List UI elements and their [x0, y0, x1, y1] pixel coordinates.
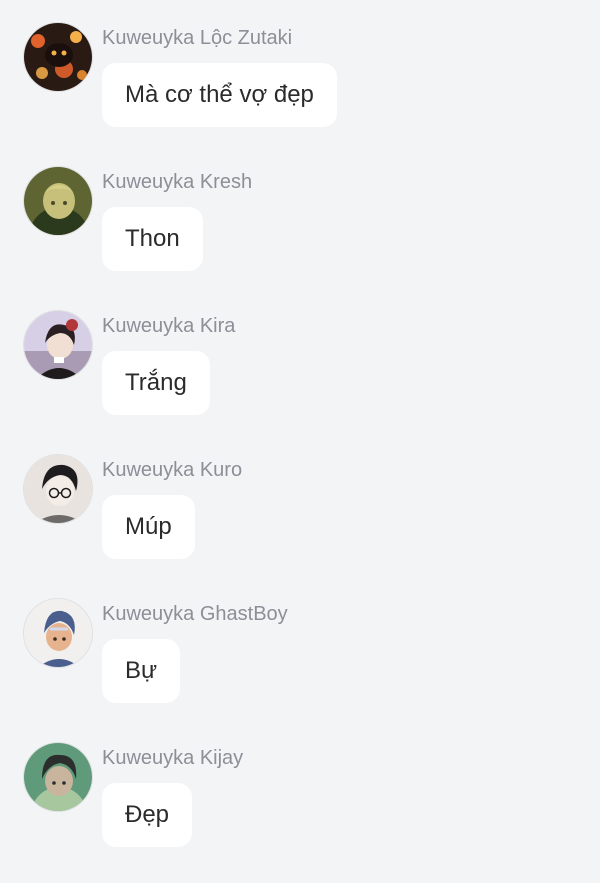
chat-message: Kuweuyka Lộc Zutaki Mà cơ thể vợ đẹp	[0, 22, 600, 152]
avatar[interactable]	[23, 310, 93, 380]
avatar-night-lanterns-icon	[24, 23, 92, 91]
sender-name: Kuweuyka Kira	[102, 315, 236, 337]
avatar[interactable]	[23, 166, 93, 236]
avatar[interactable]	[23, 454, 93, 524]
chat-message: Kuweuyka Kresh Thon	[0, 166, 600, 296]
message-bubble[interactable]: Múp	[102, 495, 195, 559]
message-bubble[interactable]: Bự	[102, 639, 181, 703]
chat-message-list: Kuweuyka Lộc Zutaki Mà cơ thể vợ đẹp Kuw…	[0, 0, 600, 883]
avatar-glasses-character-icon	[24, 455, 92, 523]
sender-name: Kuweuyka Kresh	[102, 171, 253, 193]
message-bubble[interactable]: Trắng	[102, 351, 210, 415]
chat-message: Kuweuyka Kira Trắng	[0, 310, 600, 440]
message-bubble[interactable]: Đẹp	[102, 783, 193, 847]
avatar-green-background-character-icon	[24, 743, 92, 811]
sender-name: Kuweuyka GhastBoy	[102, 603, 288, 625]
message-bubble[interactable]: Mà cơ thể vợ đẹp	[102, 63, 337, 127]
chat-message: Kuweuyka Kuro Múp	[0, 454, 600, 584]
sender-name: Kuweuyka Kijay	[102, 747, 244, 769]
avatar-dark-hair-character-icon	[24, 311, 92, 379]
avatar[interactable]	[23, 742, 93, 812]
sender-name: Kuweuyka Lộc Zutaki	[102, 27, 293, 49]
avatar-blond-character-icon	[24, 167, 92, 235]
sender-name: Kuweuyka Kuro	[102, 459, 243, 481]
avatar[interactable]	[23, 22, 93, 92]
message-bubble[interactable]: Thon	[102, 207, 203, 271]
chat-message: Kuweuyka GhastBoy Bự	[0, 598, 600, 728]
chat-message: Kuweuyka Kijay Đẹp	[0, 742, 600, 872]
avatar-blue-hair-character-icon	[24, 599, 92, 667]
avatar[interactable]	[23, 598, 93, 668]
